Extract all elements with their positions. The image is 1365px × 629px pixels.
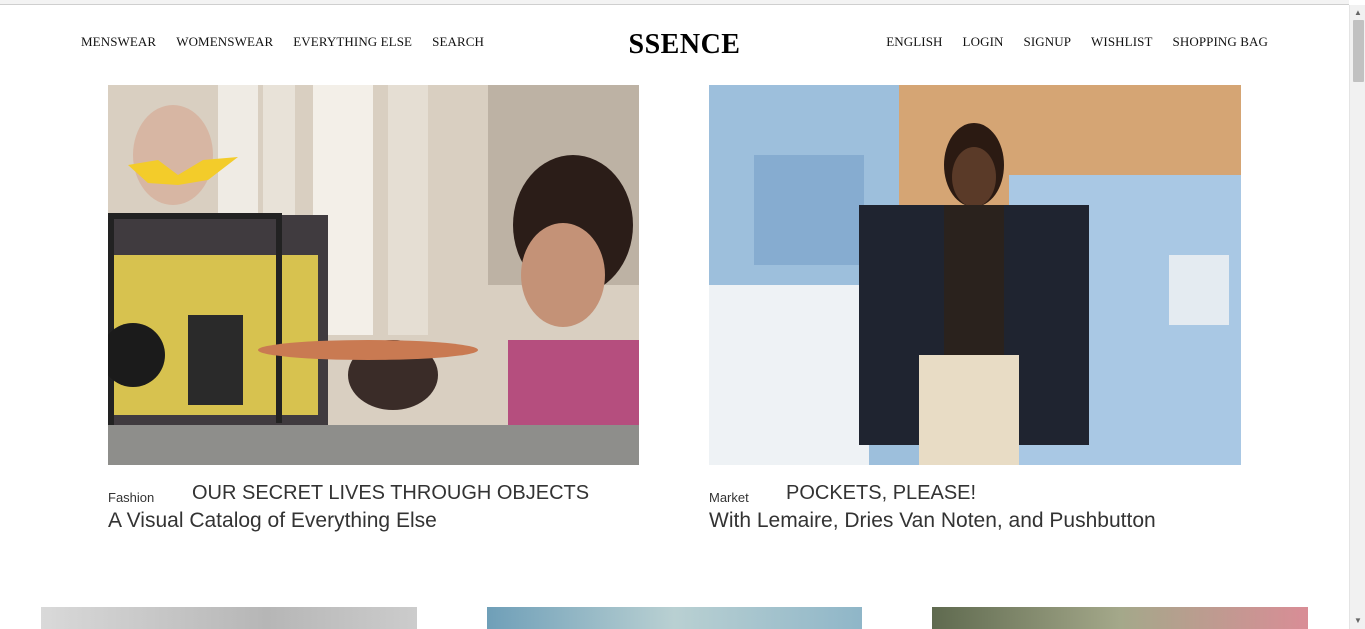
article-photo-denim — [709, 85, 1241, 465]
article-image-secret-lives[interactable] — [108, 85, 639, 465]
nav-wishlist-link[interactable]: WISHLIST — [1091, 34, 1152, 50]
browser-top-edge — [0, 0, 1349, 5]
article-subhead[interactable]: A Visual Catalog of Everything Else — [108, 509, 437, 533]
article-subhead[interactable]: With Lemaire, Dries Van Noten, and Pushb… — [709, 509, 1156, 533]
article-category[interactable]: Fashion — [108, 490, 154, 505]
article-headline[interactable]: POCKETS, PLEASE! — [786, 482, 976, 505]
nav-language-link[interactable]: ENGLISH — [886, 34, 942, 50]
account-nav: ENGLISH LOGIN SIGNUP WISHLIST SHOPPING B… — [886, 34, 1268, 50]
nav-login-link[interactable]: LOGIN — [963, 34, 1004, 50]
article-headline[interactable]: OUR SECRET LIVES THROUGH OBJECTS — [192, 482, 589, 505]
nav-shopping-bag-link[interactable]: SHOPPING BAG — [1173, 34, 1268, 50]
article-photo-objects — [108, 85, 639, 465]
scroll-up-arrow-icon[interactable]: ▲ — [1350, 5, 1365, 21]
page-scrollbar[interactable]: ▲ ▼ — [1349, 5, 1365, 629]
article-thumbnail[interactable] — [932, 607, 1308, 629]
scroll-down-arrow-icon[interactable]: ▼ — [1350, 613, 1365, 629]
article-image-pockets[interactable] — [709, 85, 1241, 465]
scrollbar-thumb[interactable] — [1353, 20, 1364, 82]
article-category[interactable]: Market — [709, 490, 749, 505]
article-thumbnail[interactable] — [41, 607, 417, 629]
nav-signup-link[interactable]: SIGNUP — [1023, 34, 1071, 50]
article-thumbnail[interactable] — [487, 607, 862, 629]
